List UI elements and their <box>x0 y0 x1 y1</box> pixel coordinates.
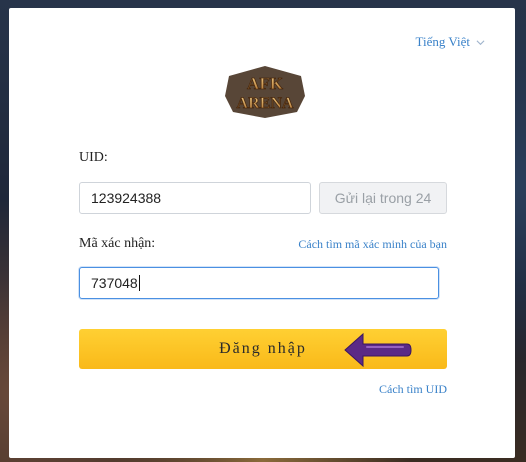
uid-label: UID: <box>79 150 108 165</box>
resend-label: Gửi lại trong 24 <box>334 190 432 206</box>
language-selector[interactable]: Tiếng Việt <box>416 34 485 50</box>
verification-code-input[interactable]: 737048 <box>79 267 439 299</box>
chevron-down-icon <box>476 39 485 45</box>
uid-value: 123924388 <box>91 190 162 206</box>
svg-text:ARENA: ARENA <box>237 95 294 112</box>
language-label: Tiếng Việt <box>415 34 470 49</box>
find-code-help-link[interactable]: Cách tìm mã xác minh của bạn <box>298 237 447 252</box>
find-uid-link[interactable]: Cách tìm UID <box>379 382 447 397</box>
verification-code-label: Mã xác nhận: <box>79 236 156 251</box>
verification-code-value: 737048 <box>91 275 138 291</box>
login-button-label: Đăng nhập <box>219 340 307 357</box>
svg-text:AFK: AFK <box>247 74 284 93</box>
arrow-pointer-icon <box>344 332 412 368</box>
text-caret <box>138 275 140 291</box>
login-panel: Tiếng Việt AFK ARENA UID: 123924388 Gửi … <box>9 8 515 458</box>
uid-input[interactable]: 123924388 <box>79 182 311 214</box>
afk-arena-logo: AFK ARENA <box>225 66 305 118</box>
resend-code-button[interactable]: Gửi lại trong 24 <box>319 182 447 214</box>
